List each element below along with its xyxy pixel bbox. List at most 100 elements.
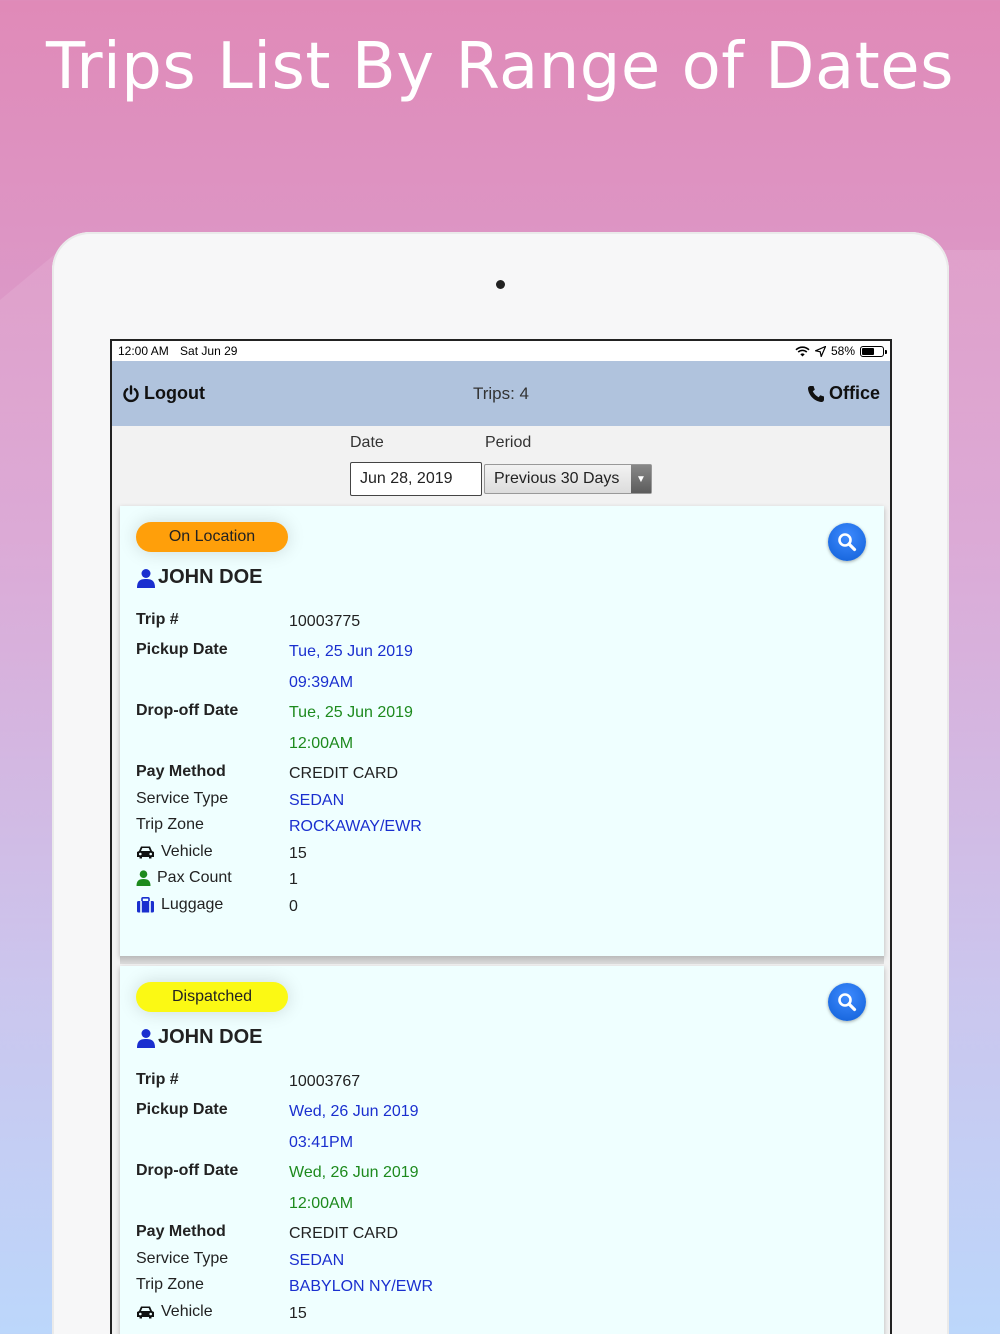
trip-zone-row: Trip Zone ROCKAWAY/EWR [136,816,836,840]
pay-method-label: Pay Method [136,763,226,780]
trip-card[interactable]: On Location JOHN DOE Trip # 10003775 Pic… [120,506,884,956]
date-filter-label: Date [350,434,384,451]
pickup-time-value: 03:41PM [289,1134,354,1151]
car-icon [137,846,154,859]
pay-method-row: Pay Method CREDIT CARD [136,1223,836,1247]
user-icon [136,870,151,886]
vehicle-value: 15 [289,845,307,862]
phone-icon [807,385,824,402]
office-call-button[interactable]: Office [807,383,880,404]
filter-bar: Date Period Jun 28, 2019 Previous 30 Day… [112,426,890,506]
vehicle-label: Vehicle [161,1303,213,1320]
status-right: 58% [795,344,887,358]
trip-zone-label: Trip Zone [136,816,204,833]
logout-button[interactable]: Logout [122,383,205,404]
luggage-label-group: Luggage [136,896,223,914]
search-icon [838,993,857,1012]
luggage-row: Luggage 0 [136,896,836,920]
pickup-date-label: Pickup Date [136,641,228,658]
vehicle-label: Vehicle [161,843,213,860]
battery-icon [860,345,887,357]
period-select-value: Previous 30 Days [494,470,620,487]
pickup-date-row: Pickup Date Tue, 25 Jun 2019 [136,641,836,665]
card-divider [120,956,884,964]
date-input-value: Jun 28, 2019 [360,470,453,487]
date-input[interactable]: Jun 28, 2019 [350,462,482,496]
dropoff-time-row: 12:00AM [136,1193,836,1217]
dropoff-time-value: 12:00AM [289,1195,354,1212]
trip-zone-value: ROCKAWAY/EWR [289,818,422,835]
search-icon [838,533,857,552]
pickup-time-row: 09:39AM [136,672,836,696]
trip-number-value: 10003775 [289,613,361,630]
status-badge: Dispatched [136,982,288,1012]
pay-method-value: CREDIT CARD [289,1225,399,1242]
pax-count-value: 1 [289,871,298,888]
car-icon [137,1306,154,1319]
trip-card[interactable]: Dispatched JOHN DOE Trip # 10003767 Pick… [120,966,884,1334]
service-type-value: SEDAN [289,1252,345,1269]
dropoff-time-value: 12:00AM [289,735,354,752]
trip-number-label: Trip # [136,1071,179,1088]
dropoff-time-row: 12:00AM [136,733,836,757]
trip-number-label: Trip # [136,611,179,628]
trip-number-row: Trip # 10003767 [136,1071,836,1095]
customer-name: JOHN DOE [136,1026,262,1049]
pickup-date-label: Pickup Date [136,1101,228,1118]
vehicle-label-group: Vehicle [136,1303,213,1321]
trips-count-title: Trips: 4 [472,383,530,403]
service-type-value: SEDAN [289,792,345,809]
logout-label: Logout [144,383,205,403]
user-icon [137,568,155,588]
pickup-time-value: 09:39AM [289,674,354,691]
location-arrow-icon [814,345,826,357]
pay-method-value: CREDIT CARD [289,765,399,782]
vehicle-value: 15 [289,1305,307,1322]
trip-zone-value: BABYLON NY/EWR [289,1278,434,1295]
pay-method-label: Pay Method [136,1223,226,1240]
office-label: Office [828,383,880,403]
vehicle-label-group: Vehicle [136,843,213,861]
service-type-row: Service Type SEDAN [136,790,836,814]
service-type-label: Service Type [136,790,229,807]
app-screen: 12:00 AM Sat Jun 29 58% Logout Trips: 4 … [110,339,892,1334]
power-icon [123,384,139,402]
pay-method-row: Pay Method CREDIT CARD [136,763,836,787]
dropoff-date-label: Drop-off Date [136,1162,239,1179]
pickup-date-row: Pickup Date Wed, 26 Jun 2019 [136,1101,836,1125]
status-time: 12:00 AM [118,344,169,358]
dropoff-date-label: Drop-off Date [136,702,239,719]
pickup-date-value: Tue, 25 Jun 2019 [289,643,413,660]
vehicle-row: Vehicle 15 [136,1303,836,1327]
period-select[interactable]: Previous 30 Days ▼ [484,464,652,494]
trip-number-value: 10003767 [289,1073,361,1090]
status-left: 12:00 AM Sat Jun 29 [118,344,245,358]
status-badge-text: On Location [168,528,256,545]
customer-name-text: JOHN DOE [158,566,263,588]
top-navbar: Logout Trips: 4 Office [112,361,890,426]
pickup-date-value: Wed, 26 Jun 2019 [289,1103,419,1120]
view-trip-button[interactable] [828,523,866,561]
luggage-label: Luggage [161,896,224,913]
customer-name: JOHN DOE [136,566,262,589]
battery-fill [862,347,874,355]
dropoff-date-value: Tue, 25 Jun 2019 [289,704,413,721]
dropoff-date-row: Drop-off Date Tue, 25 Jun 2019 [136,702,836,726]
pax-count-row: Pax Count 1 [136,869,836,893]
dropdown-arrow-icon: ▼ [631,465,651,493]
status-bar: 12:00 AM Sat Jun 29 58% [112,341,890,361]
luggage-value: 0 [289,898,298,915]
dropoff-date-value: Wed, 26 Jun 2019 [289,1164,419,1181]
wifi-icon [795,345,810,356]
trip-zone-label: Trip Zone [136,1276,204,1293]
view-trip-button[interactable] [828,983,866,1021]
dropoff-date-row: Drop-off Date Wed, 26 Jun 2019 [136,1162,836,1186]
vehicle-row: Vehicle 15 [136,843,836,867]
pax-count-label: Pax Count [157,869,232,886]
trip-zone-row: Trip Zone BABYLON NY/EWR [136,1276,836,1300]
customer-name-text: JOHN DOE [158,1026,263,1048]
service-type-label: Service Type [136,1250,229,1267]
trip-number-row: Trip # 10003775 [136,611,836,635]
period-filter-label: Period [485,434,532,451]
status-date: Sat Jun 29 [180,344,238,358]
